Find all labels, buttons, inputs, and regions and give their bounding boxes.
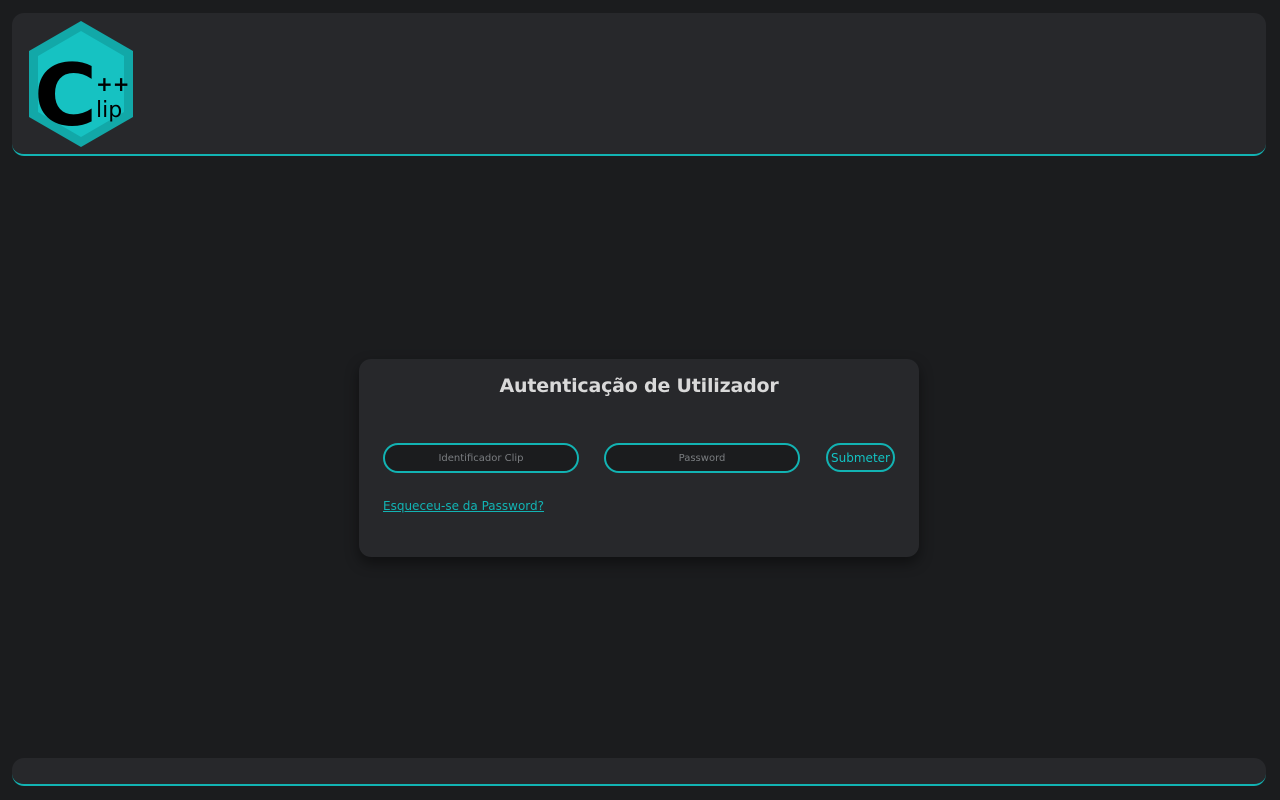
- forgot-password-link[interactable]: Esqueceu-se da Password?: [383, 499, 544, 513]
- login-card: Autenticação de Utilizador Submeter Esqu…: [359, 359, 919, 557]
- footer-bar: [12, 758, 1266, 786]
- logo-superscript: ++: [96, 72, 130, 96]
- logo-subscript: lip: [96, 98, 122, 123]
- submit-button[interactable]: Submeter: [826, 443, 895, 472]
- identifier-input[interactable]: [383, 443, 579, 473]
- header-bar: C ++ lip: [12, 13, 1266, 156]
- cpp-clip-logo-icon[interactable]: C ++ lip: [26, 19, 136, 149]
- password-input[interactable]: [604, 443, 800, 473]
- login-title: Autenticação de Utilizador: [499, 375, 779, 397]
- logo-letter: C: [34, 46, 97, 146]
